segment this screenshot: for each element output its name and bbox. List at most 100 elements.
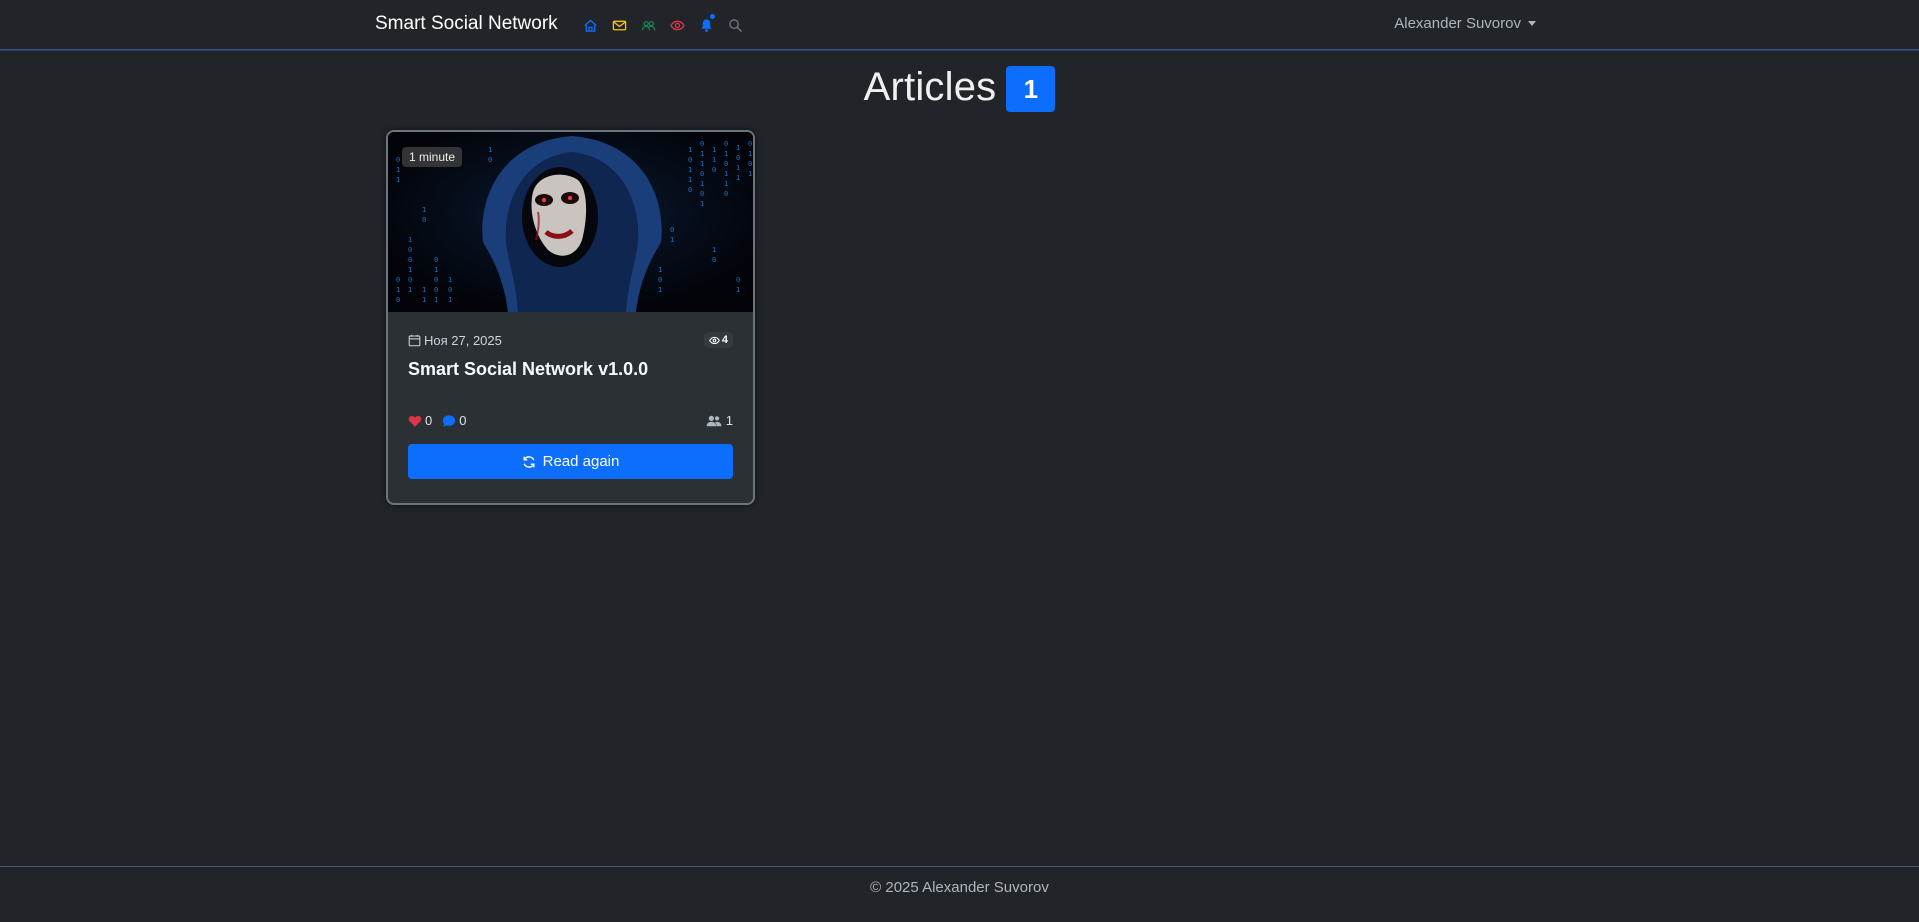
user-dropdown[interactable]: Alexander Suvorov <box>1394 15 1536 32</box>
user-name: Alexander Suvorov <box>1394 15 1521 32</box>
article-reactions: 0 0 <box>408 413 476 428</box>
read-again-label: Read again <box>542 453 620 470</box>
svg-text:1: 1 <box>724 180 728 188</box>
article-title[interactable]: Smart Social Network v1.0.0 <box>408 359 733 380</box>
svg-text:0: 0 <box>448 286 452 294</box>
refresh-icon <box>523 455 535 468</box>
svg-text:0: 0 <box>408 256 412 264</box>
comments-stat: 0 <box>442 413 466 428</box>
views-badge: 4 <box>703 332 733 348</box>
top-navbar: Smart Social Network Alexander Suvorov <box>0 0 1919 50</box>
svg-text:0: 0 <box>408 246 412 254</box>
svg-text:0: 0 <box>748 140 752 148</box>
svg-text:0: 0 <box>700 140 704 148</box>
svg-text:1: 1 <box>700 160 704 168</box>
article-date-text: Ноя 27, 2025 <box>424 332 502 348</box>
svg-text:1: 1 <box>712 246 716 254</box>
svg-text:0: 0 <box>434 286 438 294</box>
article-stats-row: 0 0 1 <box>408 413 733 428</box>
heart-icon <box>408 415 422 427</box>
svg-text:1: 1 <box>422 286 426 294</box>
calendar-icon <box>408 334 421 346</box>
search-icon[interactable] <box>725 15 745 35</box>
svg-text:0: 0 <box>736 154 740 162</box>
svg-text:0: 0 <box>724 160 728 168</box>
svg-text:1: 1 <box>396 176 400 184</box>
copyright-text: © 2025 Alexander Suvorov <box>870 879 1049 896</box>
svg-text:0: 0 <box>712 166 716 174</box>
comment-icon <box>443 414 456 427</box>
svg-text:0: 0 <box>422 216 426 224</box>
svg-text:1: 1 <box>408 236 412 244</box>
comments-count: 0 <box>459 413 467 428</box>
brand-link[interactable]: Smart Social Network <box>375 13 558 35</box>
svg-text:0: 0 <box>688 186 692 194</box>
read-again-button[interactable]: Read again <box>408 444 733 479</box>
svg-text:0: 0 <box>658 276 662 284</box>
svg-text:1: 1 <box>396 286 400 294</box>
svg-text:1: 1 <box>422 296 426 304</box>
svg-text:1: 1 <box>724 170 728 178</box>
article-meta-row: Ноя 27, 2025 4 <box>408 330 733 350</box>
svg-text:1: 1 <box>748 150 752 158</box>
read-time-badge: 1 minute <box>402 147 463 167</box>
page-header: Articles 1 <box>0 62 1919 112</box>
svg-text:1: 1 <box>658 266 662 274</box>
svg-text:1: 1 <box>448 276 452 284</box>
svg-text:0: 0 <box>396 296 400 304</box>
svg-text:0: 0 <box>434 276 438 284</box>
nav-icons <box>580 14 754 35</box>
article-count-badge: 1 <box>1006 66 1056 112</box>
svg-text:1: 1 <box>434 296 438 304</box>
article-cover-image[interactable]: 011010 100101 1011 01001 101 10110 01101… <box>388 132 753 312</box>
article-date: Ноя 27, 2025 <box>408 333 502 348</box>
svg-text:1: 1 <box>736 164 740 172</box>
svg-text:0: 0 <box>700 170 704 178</box>
home-icon[interactable] <box>580 15 600 35</box>
svg-text:0: 0 <box>670 226 674 234</box>
bell-icon[interactable] <box>696 14 716 35</box>
page-footer: © 2025 Alexander Suvorov <box>0 866 1919 922</box>
svg-text:1: 1 <box>736 286 740 294</box>
svg-text:1: 1 <box>736 144 740 152</box>
readers-stat: 1 <box>706 413 733 428</box>
svg-text:0: 0 <box>408 276 412 284</box>
svg-text:1: 1 <box>422 206 426 214</box>
svg-text:1: 1 <box>700 200 704 208</box>
notification-dot <box>710 14 715 19</box>
svg-text:1: 1 <box>712 146 716 154</box>
svg-text:0: 0 <box>724 140 728 148</box>
eye-icon[interactable] <box>667 15 687 35</box>
svg-text:0: 0 <box>434 256 438 264</box>
svg-text:1: 1 <box>688 146 692 154</box>
svg-text:0: 0 <box>488 156 492 164</box>
svg-text:1: 1 <box>434 266 438 274</box>
svg-text:1: 1 <box>396 166 400 174</box>
svg-text:0: 0 <box>724 190 728 198</box>
eye-icon <box>708 336 720 344</box>
svg-text:0: 0 <box>396 276 400 284</box>
svg-text:0: 0 <box>712 256 716 264</box>
svg-text:0: 0 <box>396 156 400 164</box>
svg-text:1: 1 <box>700 150 704 158</box>
views-count: 4 <box>721 334 728 346</box>
svg-text:1: 1 <box>488 146 492 154</box>
svg-text:0: 0 <box>700 190 704 198</box>
likes-count: 0 <box>425 413 433 428</box>
svg-text:1: 1 <box>724 150 728 158</box>
svg-text:1: 1 <box>408 266 412 274</box>
article-card[interactable]: 011010 100101 1011 01001 101 10110 01101… <box>386 130 755 505</box>
envelope-icon[interactable] <box>609 15 629 35</box>
svg-text:1: 1 <box>712 156 716 164</box>
svg-text:1: 1 <box>736 174 740 182</box>
readers-count: 1 <box>725 413 733 428</box>
people-icon[interactable] <box>638 15 658 35</box>
svg-text:1: 1 <box>700 180 704 188</box>
svg-text:1: 1 <box>408 286 412 294</box>
chevron-down-icon <box>1528 21 1536 26</box>
svg-text:1: 1 <box>688 176 692 184</box>
people-icon <box>706 415 722 426</box>
svg-text:1: 1 <box>658 286 662 294</box>
svg-text:0: 0 <box>748 160 752 168</box>
svg-text:0: 0 <box>688 156 692 164</box>
